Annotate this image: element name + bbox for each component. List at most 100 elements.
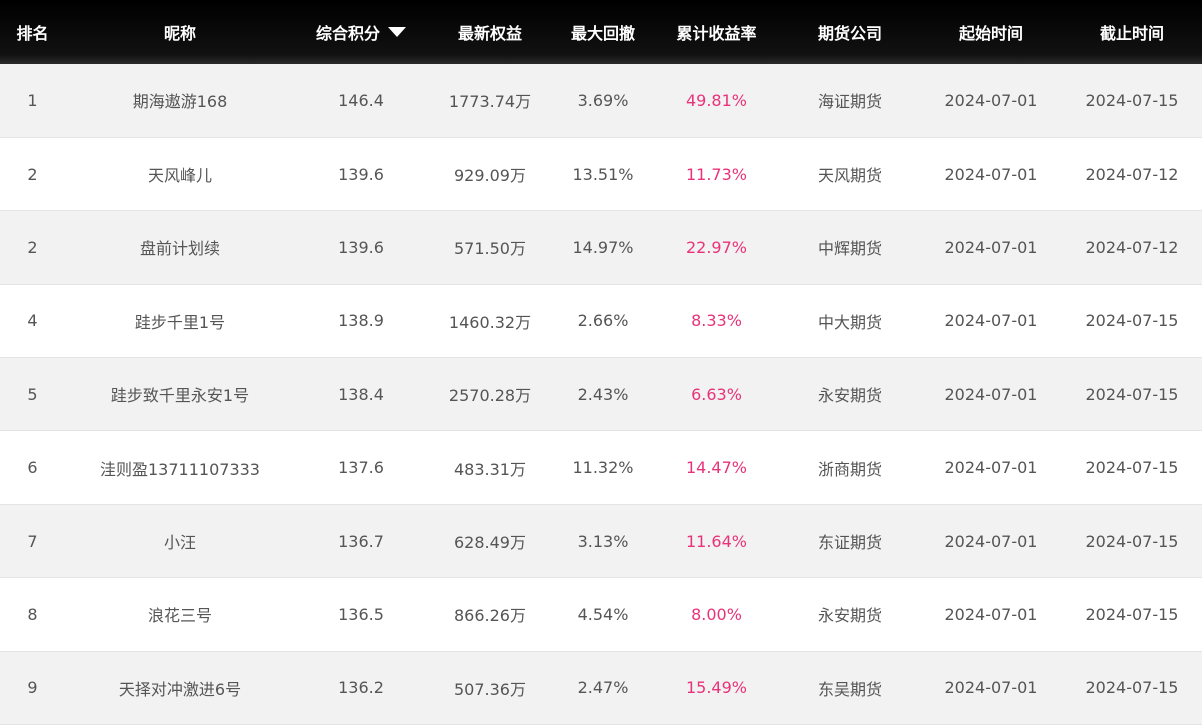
cell-drawdown: 13.51% <box>553 137 653 212</box>
cell-nickname[interactable]: 盘前计划续 <box>65 210 295 285</box>
cell-drawdown: 2.47% <box>553 651 653 725</box>
table-row[interactable]: 7 小汪 136.7 628.49万 3.13% 11.64% 东证期货 202… <box>0 504 1202 579</box>
cell-start: 2024-07-01 <box>920 210 1062 285</box>
table-header: 排名 昵称 综合积分 最新权益 最大回撤 累计收益率 期货公司 起始时间 截止时… <box>0 0 1202 64</box>
cell-nickname[interactable]: 跬步致千里永安1号 <box>65 357 295 432</box>
cell-equity: 1773.74万 <box>427 64 553 138</box>
cell-end: 2024-07-15 <box>1062 357 1202 432</box>
cell-score: 136.2 <box>295 651 427 725</box>
cell-score: 138.4 <box>295 357 427 432</box>
cell-broker: 中大期货 <box>780 284 920 359</box>
cell-end: 2024-07-15 <box>1062 577 1202 652</box>
table-row[interactable]: 6 洼则盈13711107333 137.6 483.31万 11.32% 14… <box>0 430 1202 505</box>
caret-down-icon[interactable] <box>388 27 406 37</box>
cell-start: 2024-07-01 <box>920 357 1062 432</box>
cell-rank: 7 <box>0 504 65 579</box>
header-broker[interactable]: 期货公司 <box>780 0 920 64</box>
cell-start: 2024-07-01 <box>920 430 1062 505</box>
cell-nickname[interactable]: 浪花三号 <box>65 577 295 652</box>
table-row[interactable]: 4 跬步千里1号 138.9 1460.32万 2.66% 8.33% 中大期货… <box>0 284 1202 359</box>
table-row[interactable]: 5 跬步致千里永安1号 138.4 2570.28万 2.43% 6.63% 永… <box>0 357 1202 432</box>
cell-score: 138.9 <box>295 284 427 359</box>
cell-score: 139.6 <box>295 210 427 285</box>
cell-nickname[interactable]: 洼则盈13711107333 <box>65 430 295 505</box>
header-nickname[interactable]: 昵称 <box>65 0 295 64</box>
cell-equity: 628.49万 <box>427 504 553 579</box>
cell-score: 137.6 <box>295 430 427 505</box>
cell-nickname[interactable]: 期海遨游168 <box>65 64 295 138</box>
header-drawdown[interactable]: 最大回撤 <box>553 0 653 64</box>
cell-drawdown: 14.97% <box>553 210 653 285</box>
cell-return: 8.33% <box>653 284 780 359</box>
cell-start: 2024-07-01 <box>920 651 1062 725</box>
table-row[interactable]: 1 期海遨游168 146.4 1773.74万 3.69% 49.81% 海证… <box>0 64 1202 138</box>
header-score[interactable]: 综合积分 <box>295 0 427 64</box>
cell-return: 14.47% <box>653 430 780 505</box>
cell-equity: 1460.32万 <box>427 284 553 359</box>
cell-drawdown: 3.69% <box>553 64 653 138</box>
cell-end: 2024-07-12 <box>1062 137 1202 212</box>
cell-drawdown: 2.66% <box>553 284 653 359</box>
header-return[interactable]: 累计收益率 <box>653 0 780 64</box>
cell-score: 136.7 <box>295 504 427 579</box>
cell-return: 8.00% <box>653 577 780 652</box>
cell-nickname[interactable]: 跬步千里1号 <box>65 284 295 359</box>
cell-rank: 1 <box>0 64 65 138</box>
cell-broker: 天风期货 <box>780 137 920 212</box>
cell-broker: 海证期货 <box>780 64 920 138</box>
cell-nickname[interactable]: 天择对冲激进6号 <box>65 651 295 725</box>
header-start[interactable]: 起始时间 <box>920 0 1062 64</box>
cell-rank: 4 <box>0 284 65 359</box>
cell-drawdown: 11.32% <box>553 430 653 505</box>
cell-drawdown: 2.43% <box>553 357 653 432</box>
cell-start: 2024-07-01 <box>920 504 1062 579</box>
cell-return: 15.49% <box>653 651 780 725</box>
table-row[interactable]: 2 天风峰儿 139.6 929.09万 13.51% 11.73% 天风期货 … <box>0 137 1202 212</box>
ranking-table-container: 排名 昵称 综合积分 最新权益 最大回撤 累计收益率 期货公司 起始时间 截止时… <box>0 0 1202 725</box>
cell-equity: 483.31万 <box>427 430 553 505</box>
cell-broker: 永安期货 <box>780 357 920 432</box>
cell-drawdown: 3.13% <box>553 504 653 579</box>
table-row[interactable]: 9 天择对冲激进6号 136.2 507.36万 2.47% 15.49% 东吴… <box>0 651 1202 725</box>
header-equity[interactable]: 最新权益 <box>427 0 553 64</box>
cell-rank: 2 <box>0 137 65 212</box>
cell-start: 2024-07-01 <box>920 64 1062 138</box>
ranking-table: 排名 昵称 综合积分 最新权益 最大回撤 累计收益率 期货公司 起始时间 截止时… <box>0 0 1202 725</box>
cell-score: 136.5 <box>295 577 427 652</box>
table-row[interactable]: 2 盘前计划续 139.6 571.50万 14.97% 22.97% 中辉期货… <box>0 210 1202 285</box>
cell-equity: 507.36万 <box>427 651 553 725</box>
cell-return: 11.64% <box>653 504 780 579</box>
cell-rank: 9 <box>0 651 65 725</box>
cell-end: 2024-07-12 <box>1062 210 1202 285</box>
cell-return: 6.63% <box>653 357 780 432</box>
cell-rank: 2 <box>0 210 65 285</box>
cell-broker: 浙商期货 <box>780 430 920 505</box>
cell-equity: 571.50万 <box>427 210 553 285</box>
table-row[interactable]: 8 浪花三号 136.5 866.26万 4.54% 8.00% 永安期货 20… <box>0 577 1202 652</box>
cell-broker: 东吴期货 <box>780 651 920 725</box>
cell-end: 2024-07-15 <box>1062 430 1202 505</box>
cell-return: 22.97% <box>653 210 780 285</box>
header-score-label: 综合积分 <box>315 24 380 43</box>
cell-score: 139.6 <box>295 137 427 212</box>
cell-return: 11.73% <box>653 137 780 212</box>
header-row: 排名 昵称 综合积分 最新权益 最大回撤 累计收益率 期货公司 起始时间 截止时… <box>0 0 1202 64</box>
cell-end: 2024-07-15 <box>1062 284 1202 359</box>
cell-equity: 2570.28万 <box>427 357 553 432</box>
cell-broker: 中辉期货 <box>780 210 920 285</box>
cell-nickname[interactable]: 天风峰儿 <box>65 137 295 212</box>
cell-start: 2024-07-01 <box>920 284 1062 359</box>
cell-drawdown: 4.54% <box>553 577 653 652</box>
header-end[interactable]: 截止时间 <box>1062 0 1202 64</box>
cell-broker: 永安期货 <box>780 577 920 652</box>
cell-return: 49.81% <box>653 64 780 138</box>
table-body: 1 期海遨游168 146.4 1773.74万 3.69% 49.81% 海证… <box>0 64 1202 725</box>
cell-score: 146.4 <box>295 64 427 138</box>
cell-nickname[interactable]: 小汪 <box>65 504 295 579</box>
cell-equity: 866.26万 <box>427 577 553 652</box>
cell-start: 2024-07-01 <box>920 137 1062 212</box>
header-rank[interactable]: 排名 <box>0 0 65 64</box>
cell-rank: 8 <box>0 577 65 652</box>
cell-rank: 5 <box>0 357 65 432</box>
cell-end: 2024-07-15 <box>1062 504 1202 579</box>
